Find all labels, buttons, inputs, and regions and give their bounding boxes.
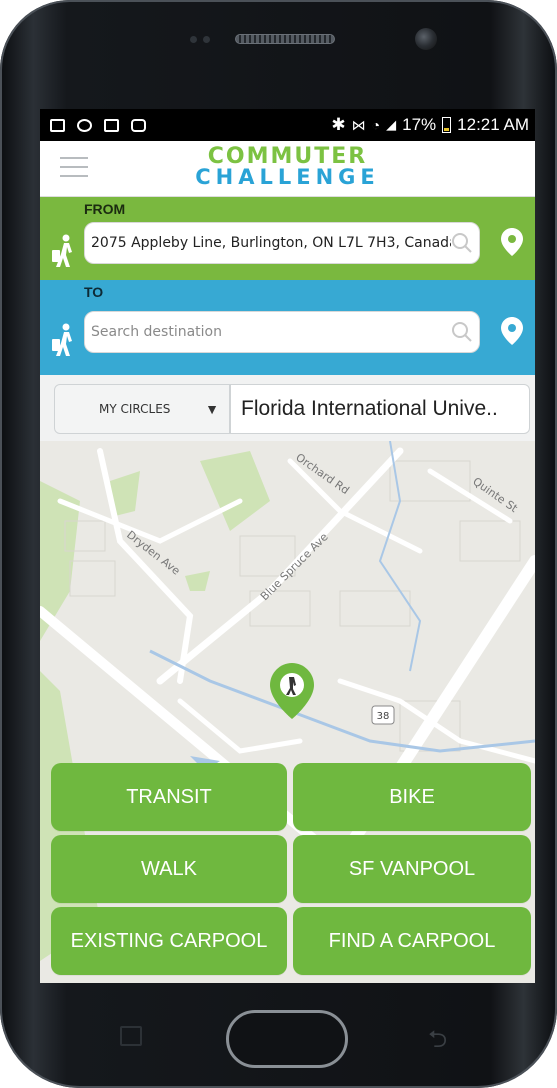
my-circles-dropdown[interactable]: MY CIRCLES ▼ <box>54 384 230 434</box>
light-sensor <box>203 36 210 43</box>
to-field[interactable] <box>84 311 480 353</box>
walker-icon <box>52 234 72 267</box>
home-button[interactable] <box>226 1010 348 1068</box>
location-pin-icon[interactable] <box>501 317 523 345</box>
search-icon[interactable] <box>451 321 473 343</box>
back-icon[interactable]: ⮌ <box>428 1022 447 1063</box>
clock: 12:21 AM <box>457 115 529 134</box>
walk-button[interactable]: WALK <box>51 835 287 903</box>
from-section: FROM <box>40 197 535 280</box>
phone-frame: ✱ ⋈ ◔ ◢ 17% 12:21 AM COMMUTER CHALLENGE … <box>0 0 557 1088</box>
from-input[interactable] <box>91 223 451 263</box>
destination-search-input[interactable] <box>91 312 451 352</box>
app-logo: COMMUTER CHALLENGE <box>40 144 535 189</box>
mail-icon <box>50 118 65 132</box>
existing-carpool-button[interactable]: EXISTING CARPOOL <box>51 907 287 975</box>
route-shield-number: 38 <box>377 711 390 722</box>
chevron-down-icon: ▼ <box>205 401 219 417</box>
from-field[interactable] <box>84 222 480 264</box>
from-label: FROM <box>84 201 126 217</box>
camera-icon <box>131 118 146 132</box>
battery-percent: 17% <box>402 115 437 134</box>
calendar-icon <box>104 118 119 132</box>
wifi-icon: ◔ <box>371 117 381 133</box>
search-icon[interactable] <box>451 232 473 254</box>
chat-icon <box>77 118 92 132</box>
bluetooth-icon: ✱ <box>331 115 346 134</box>
front-camera <box>415 28 437 50</box>
signal-icon: ◢ <box>386 117 397 132</box>
my-circles-label: MY CIRCLES <box>99 402 171 416</box>
circle-selection[interactable]: Florida International Unive.. <box>230 384 530 434</box>
status-bar: ✱ ⋈ ◔ ◢ 17% 12:21 AM <box>40 109 535 141</box>
mute-icon: ⋈ <box>351 116 366 133</box>
circles-row: MY CIRCLES ▼ Florida International Unive… <box>40 375 535 441</box>
recent-apps-button[interactable] <box>120 1026 142 1046</box>
earpiece-speaker <box>235 34 335 44</box>
logo-line1: COMMUTER <box>207 144 368 169</box>
to-label: TO <box>84 284 104 300</box>
transit-button[interactable]: TRANSIT <box>51 763 287 831</box>
bike-button[interactable]: BIKE <box>293 763 531 831</box>
app-header: COMMUTER CHALLENGE <box>40 141 535 197</box>
find-a-carpool-button[interactable]: FIND A CARPOOL <box>293 907 531 975</box>
location-pin-icon[interactable] <box>501 228 523 256</box>
logo-line2: CHALLENGE <box>195 165 380 189</box>
battery-icon <box>442 117 452 133</box>
app-screen: ✱ ⋈ ◔ ◢ 17% 12:21 AM COMMUTER CHALLENGE … <box>40 109 535 983</box>
sf-vanpool-button[interactable]: SF VANPOOL <box>293 835 531 903</box>
proximity-sensor <box>190 36 197 43</box>
to-section: TO <box>40 280 535 375</box>
walker-icon <box>52 323 72 356</box>
